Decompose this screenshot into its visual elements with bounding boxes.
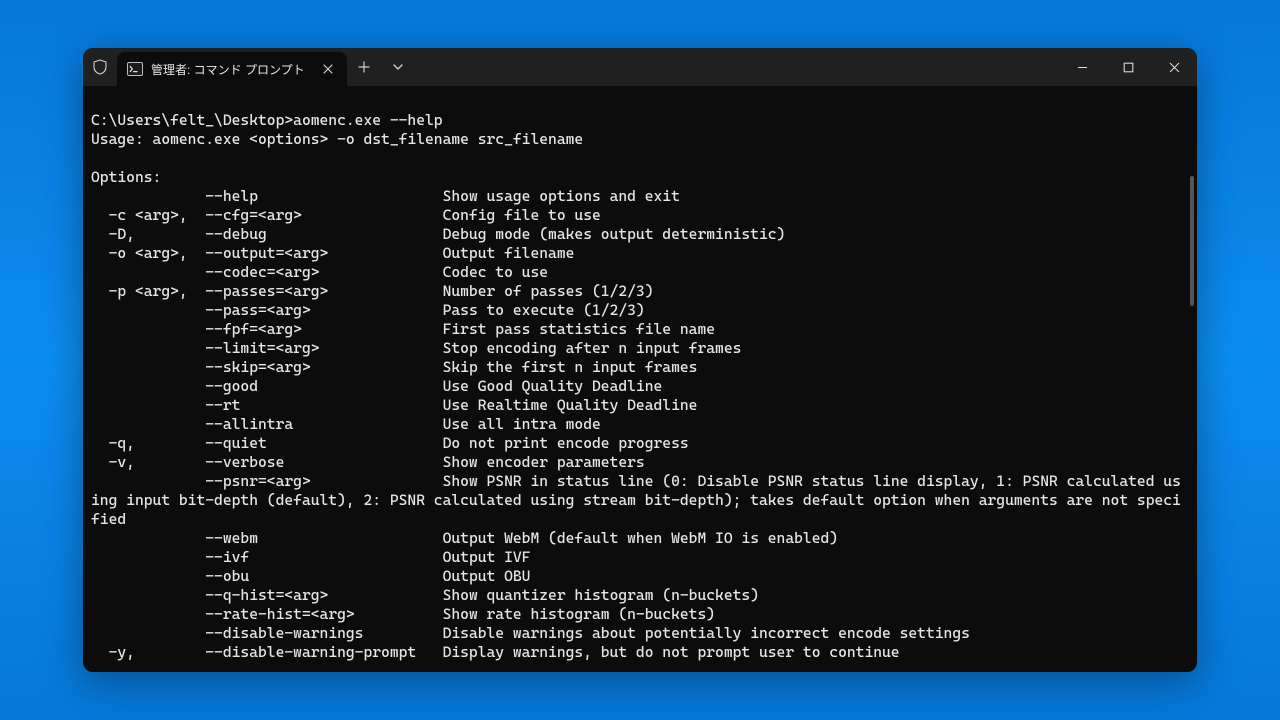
terminal-output[interactable]: C:\Users\felt_\Desktop>aomenc.exe --help… <box>83 86 1197 672</box>
admin-shield-area <box>83 48 117 86</box>
terminal-window: 管理者: コマンド プロンプト C:\Users\felt_\Desktop>a… <box>83 48 1197 672</box>
tab-close-button[interactable] <box>319 60 337 78</box>
maximize-button[interactable] <box>1105 48 1151 86</box>
new-tab-button[interactable] <box>347 48 381 86</box>
minimize-button[interactable] <box>1059 48 1105 86</box>
scrollbar-thumb[interactable] <box>1190 176 1194 306</box>
titlebar-drag-region[interactable] <box>415 48 1059 86</box>
tab-title: 管理者: コマンド プロンプト <box>151 61 311 78</box>
tab-active[interactable]: 管理者: コマンド プロンプト <box>117 52 347 86</box>
close-button[interactable] <box>1151 48 1197 86</box>
command-prompt-icon <box>127 61 143 77</box>
title-bar[interactable]: 管理者: コマンド プロンプト <box>83 48 1197 86</box>
tab-dropdown-button[interactable] <box>381 48 415 86</box>
shield-icon <box>92 59 108 75</box>
terminal-viewport: C:\Users\felt_\Desktop>aomenc.exe --help… <box>83 86 1197 672</box>
